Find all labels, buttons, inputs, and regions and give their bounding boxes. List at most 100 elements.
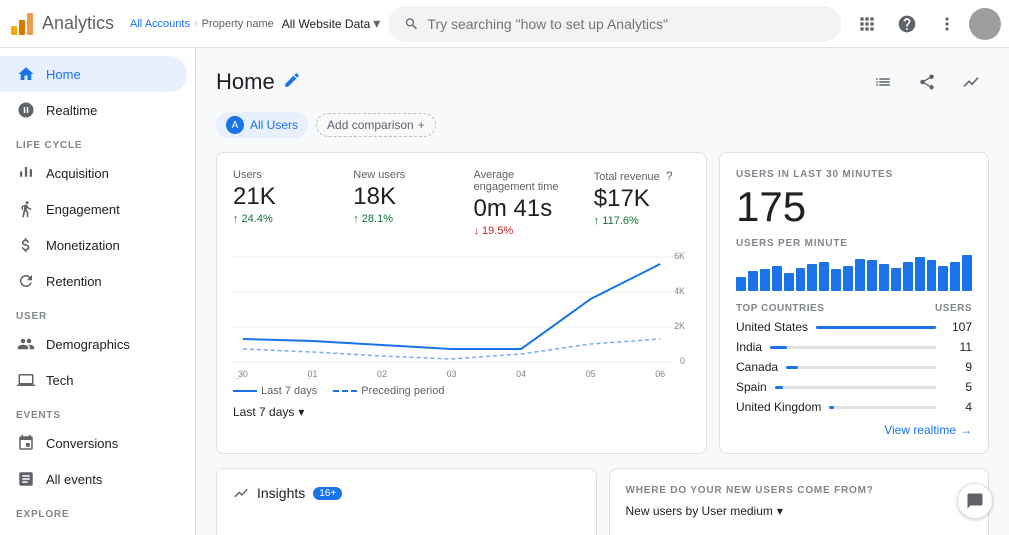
insights-icon <box>233 485 249 501</box>
svg-text:Oct: Oct <box>306 377 320 379</box>
new-users-medium-label: New users by User medium <box>626 504 773 518</box>
sidebar-item-acquisition[interactable]: Acquisition <box>0 155 187 191</box>
breadcrumb-all-accounts[interactable]: All Accounts <box>130 18 190 30</box>
line-chart: 6K 4K 2K 0 30 <box>233 249 690 379</box>
mini-bar <box>879 264 889 291</box>
add-comparison-button[interactable]: Add comparison + <box>316 113 436 137</box>
comparison-bar: A All Users Add comparison + <box>216 112 989 138</box>
mini-bar <box>736 277 746 291</box>
revenue-help-icon[interactable]: ? <box>666 169 673 183</box>
sidebar-item-realtime[interactable]: Realtime <box>0 92 187 128</box>
country-bar <box>816 326 936 329</box>
apps-icon <box>857 14 877 34</box>
revenue-change: ↑ 117.6% <box>594 215 690 227</box>
revenue-label: Total revenue ? <box>594 169 690 183</box>
new-users-medium-select[interactable]: New users by User medium ▾ <box>626 504 973 518</box>
mini-bar <box>748 271 758 291</box>
sidebar-item-tech[interactable]: Tech <box>0 362 187 398</box>
realtime-card: USERS IN LAST 30 MINUTES 175 USERS PER M… <box>719 152 989 454</box>
insights-header: Insights 16+ <box>233 485 580 501</box>
sidebar-item-demographics[interactable]: Demographics <box>0 326 187 362</box>
country-name: Spain <box>736 380 767 394</box>
sidebar-conversions-label: Conversions <box>46 436 118 451</box>
more-vert-icon <box>937 14 957 34</box>
all-users-badge[interactable]: A All Users <box>216 112 308 138</box>
sidebar-item-retention[interactable]: Retention <box>0 263 187 299</box>
metric-engagement: Average engagement time 0m 41s ↓ 19.5% <box>474 169 570 237</box>
topbar-actions <box>849 6 1001 42</box>
country-row: Canada 9 <box>736 360 972 374</box>
revenue-label-text: Total revenue <box>594 171 660 183</box>
svg-text:04: 04 <box>516 369 526 379</box>
all-events-icon <box>16 469 36 489</box>
insights-button[interactable] <box>953 64 989 100</box>
country-bar-wrap <box>770 346 936 349</box>
view-realtime: View realtime → <box>736 422 972 437</box>
customize-report-button[interactable] <box>865 64 901 100</box>
search-bar <box>388 6 841 42</box>
mini-bar <box>927 260 937 291</box>
avatar[interactable] <box>969 8 1001 40</box>
sidebar-tech-label: Tech <box>46 373 73 388</box>
help-icon-button[interactable] <box>889 6 925 42</box>
search-input[interactable] <box>427 16 825 32</box>
mini-bar <box>760 269 770 291</box>
page-header: Home <box>216 64 989 100</box>
legend-line-icon <box>233 390 257 392</box>
chart-timerange-select[interactable]: Last 7 days ▾ <box>233 405 690 419</box>
sidebar-item-home[interactable]: Home <box>0 56 187 92</box>
chart-area: 6K 4K 2K 0 30 <box>233 249 690 379</box>
mini-bar <box>807 264 817 291</box>
demographics-icon <box>16 334 36 354</box>
sidebar-item-engagement[interactable]: Engagement <box>0 191 187 227</box>
header-actions <box>865 64 989 100</box>
mini-bar <box>796 268 806 291</box>
lifecycle-section-label: LIFE CYCLE <box>0 128 195 155</box>
svg-text:Sep: Sep <box>235 377 251 379</box>
apps-icon-button[interactable] <box>849 6 885 42</box>
svg-text:05: 05 <box>586 369 596 379</box>
mini-bar-chart <box>736 255 972 291</box>
main-layout: Home Realtime LIFE CYCLE Acquisition Eng… <box>0 48 1009 535</box>
sidebar-item-conversions[interactable]: Conversions <box>0 425 187 461</box>
property-chevron-icon: ▾ <box>373 15 380 32</box>
realtime-sub-title: USERS PER MINUTE <box>736 238 972 249</box>
country-users: 5 <box>944 380 972 394</box>
property-select-button[interactable]: All Website Data ▾ <box>282 15 381 32</box>
metric-users: Users 21K ↑ 24.4% <box>233 169 329 237</box>
breadcrumb-sep1: › <box>194 18 198 30</box>
legend-dashed-icon <box>333 390 357 392</box>
sidebar-engagement-label: Engagement <box>46 202 120 217</box>
country-bar <box>770 346 787 349</box>
add-comparison-label: Add comparison <box>327 118 414 132</box>
svg-text:03: 03 <box>447 369 457 379</box>
home-edit-icon[interactable] <box>283 71 301 94</box>
country-name: Canada <box>736 360 778 374</box>
mini-bar <box>962 255 972 291</box>
sidebar-item-monetization[interactable]: Monetization <box>0 227 187 263</box>
country-bar <box>786 366 798 369</box>
chat-fab-button[interactable] <box>957 483 993 519</box>
country-users: 4 <box>944 400 972 414</box>
insights-card: Insights 16+ <box>216 468 597 535</box>
more-vert-icon-button[interactable] <box>929 6 965 42</box>
countries-header: TOP COUNTRIES USERS <box>736 303 972 314</box>
chat-icon <box>966 492 984 510</box>
country-bar-wrap <box>816 326 936 329</box>
retention-icon <box>16 271 36 291</box>
conversions-icon <box>16 433 36 453</box>
view-realtime-link[interactable]: View realtime → <box>884 423 972 437</box>
metrics-card: Users 21K ↑ 24.4% New users 18K ↑ 28.1% … <box>216 152 707 454</box>
metrics-and-realtime-row: Users 21K ↑ 24.4% New users 18K ↑ 28.1% … <box>216 152 989 454</box>
revenue-value: $17K <box>594 185 690 213</box>
realtime-title: USERS IN LAST 30 MINUTES <box>736 169 972 180</box>
sidebar-home-label: Home <box>46 67 81 82</box>
all-users-avatar: A <box>226 116 244 134</box>
mini-bar <box>891 268 901 291</box>
help-icon <box>897 14 917 34</box>
sidebar-item-analysis[interactable]: Analysis <box>0 524 187 535</box>
sidebar-item-all-events[interactable]: All events <box>0 461 187 497</box>
users-change: ↑ 24.4% <box>233 213 329 225</box>
share-button[interactable] <box>909 64 945 100</box>
new-users-value: 18K <box>353 183 449 211</box>
